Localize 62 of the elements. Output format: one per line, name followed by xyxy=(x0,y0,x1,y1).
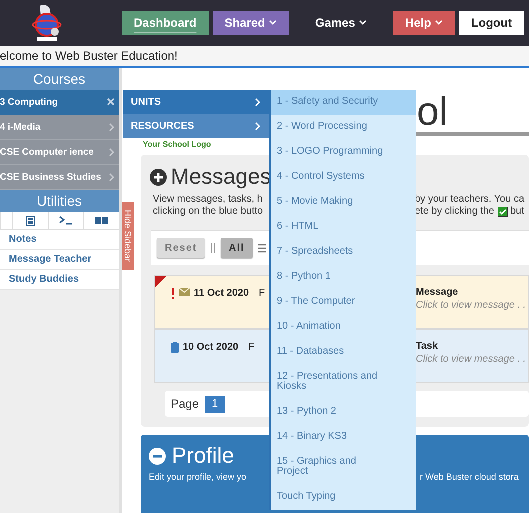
chevron-right-icon xyxy=(109,148,115,156)
row-title: Message xyxy=(416,287,460,298)
nav-button[interactable]: Logout xyxy=(459,11,524,35)
date-text: 11 Oct 2020 xyxy=(194,288,250,299)
row-title: Task xyxy=(416,341,440,352)
utilities-heading: Utilities xyxy=(0,190,119,212)
terminal-icon[interactable] xyxy=(58,216,73,225)
description-text: View messages, tasks, h xyxy=(153,194,264,206)
description-text: but xyxy=(510,206,524,218)
utility-link[interactable]: Message Teacher xyxy=(0,250,119,270)
course-item[interactable]: 3 Computing xyxy=(0,90,119,115)
course-label: CSE Business Studies xyxy=(0,172,102,182)
chevron-right-icon xyxy=(255,122,261,130)
submenu-label: UNITS xyxy=(131,96,161,108)
calculator-icon[interactable] xyxy=(26,216,35,226)
course-item[interactable]: 4 i-Media xyxy=(0,115,119,140)
logo-icon[interactable] xyxy=(30,4,64,42)
row-preview: Click to view message . . xyxy=(416,300,528,311)
course-label: 3 Computing xyxy=(0,96,58,108)
course-item[interactable]: CSE Computer ience xyxy=(0,140,119,165)
logo-caption: Your School Logo xyxy=(142,140,212,149)
sender-text: F xyxy=(248,342,255,353)
welcome-text: elcome to Web Buster Education! xyxy=(0,49,178,63)
nav-button[interactable]: Help xyxy=(393,11,456,35)
nav-button[interactable]: Dashboard xyxy=(122,11,209,35)
chevron-right-icon xyxy=(255,98,261,106)
chevron-right-icon xyxy=(109,122,115,132)
sender-text: F xyxy=(259,288,266,299)
separator-text: || xyxy=(210,242,216,254)
submenu-item[interactable]: RESOURCES xyxy=(123,114,269,138)
list-icon[interactable] xyxy=(258,244,266,252)
unit-menu-item[interactable]: 1 - Safety and Security xyxy=(271,90,416,115)
utility-link[interactable]: Notes xyxy=(0,230,119,250)
course-item[interactable]: CSE Business Studies xyxy=(0,165,119,190)
course-label: 4 i-Media xyxy=(0,122,41,132)
profile-description: r Web Buster cloud stora xyxy=(420,472,520,482)
date-text: 10 Oct 2020 xyxy=(183,342,239,353)
row-preview: Click to view message . . xyxy=(416,354,528,365)
minus-circle-icon[interactable] xyxy=(149,448,166,464)
page-number[interactable]: 1 xyxy=(205,396,226,412)
description-text: clicking on the blue butto xyxy=(153,206,264,218)
chevron-right-icon xyxy=(109,172,115,182)
plus-circle-icon[interactable] xyxy=(150,168,167,186)
profile-description: Edit your profile, view yo xyxy=(149,472,248,482)
course-label: CSE Computer ience xyxy=(0,146,94,158)
submenu-label: RESOURCES xyxy=(131,120,194,132)
messages-heading: Messages xyxy=(171,164,272,190)
close-icon[interactable] xyxy=(107,98,115,106)
nav-button[interactable]: Games xyxy=(303,11,380,35)
page-label: Page xyxy=(171,397,200,411)
flashcards-icon[interactable] xyxy=(95,217,108,224)
checkmark-icon xyxy=(498,207,508,217)
filter-button[interactable]: Reset xyxy=(157,238,206,258)
clipboard-icon xyxy=(171,342,179,353)
utility-link[interactable]: Study Buddies xyxy=(0,270,119,290)
submenu-item[interactable]: UNITS xyxy=(123,90,269,114)
nav-button[interactable]: Shared xyxy=(212,11,290,35)
envelope-icon xyxy=(179,288,190,296)
profile-heading: Profile xyxy=(172,443,234,469)
filter-button[interactable]: All xyxy=(220,238,253,258)
hide-sidebar-tab[interactable]: Hide Sidebar xyxy=(122,202,134,270)
courses-heading: Courses xyxy=(0,68,119,90)
